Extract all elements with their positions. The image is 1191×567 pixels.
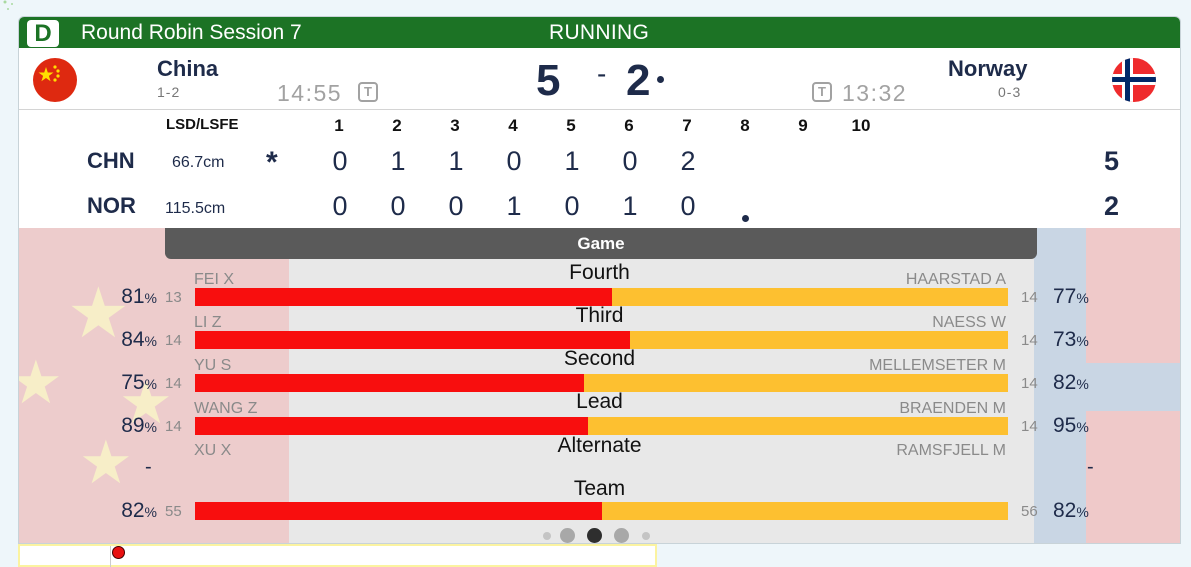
position-label: Team <box>573 477 626 500</box>
end-score-cell: 1 <box>448 146 464 176</box>
pager-dot[interactable] <box>560 528 575 543</box>
end-header: 7 <box>682 116 692 135</box>
away-team-name: Norway <box>948 56 1028 81</box>
home-team-code: CHN <box>87 148 135 173</box>
stat-row: 82% 82% 55 56 Team <box>19 477 1180 523</box>
away-lsd: 115.5cm <box>165 200 226 217</box>
china-flag-icon <box>33 58 77 102</box>
away-team-record: 0-3 <box>998 84 1022 100</box>
home-percentage: 82% <box>79 499 157 523</box>
away-team-code: NOR <box>87 193 136 218</box>
end-header: 6 <box>624 116 634 135</box>
player-stats-panel: ★ ★ ★ ★ Game FEI XHAARSTAD A81%77%1314Fo… <box>19 228 1180 543</box>
percent-symbol: % <box>1076 419 1089 435</box>
comparison-bar <box>195 502 1008 520</box>
away-total: 2 <box>1104 191 1120 221</box>
home-shot-count: 14 <box>165 418 182 435</box>
end-header: 4 <box>508 116 518 135</box>
red-stone-icon <box>112 546 125 559</box>
home-team-record: 1-2 <box>157 84 181 100</box>
linescore: LSD/LSFE 1 2 3 4 5 6 7 8 9 10 CHN 66.7cm * 5 NOR … <box>19 110 1180 228</box>
stat-row: XU X RAMSFJELL M - - Alternate <box>19 434 1180 480</box>
position-label: Lead <box>576 390 623 413</box>
home-clock: 14:55 <box>277 80 343 106</box>
end-header: 2 <box>392 116 402 135</box>
end-score-cell: 0 <box>332 146 348 176</box>
home-pct-value: 82 <box>121 499 145 522</box>
away-shot-count: 56 <box>1021 503 1038 520</box>
position-label: Fourth <box>569 261 630 284</box>
comparison-bar <box>195 417 1008 435</box>
end-header: 8 <box>740 116 750 135</box>
score-separator: - <box>597 58 607 89</box>
home-team-name: China <box>157 56 219 81</box>
home-bar-fill <box>195 417 589 435</box>
spark-icon <box>3 0 13 10</box>
home-score: 5 <box>536 56 561 105</box>
away-percentage: 82% <box>1053 499 1089 523</box>
lsd-header: LSD/LSFE <box>166 116 239 133</box>
end-header: 9 <box>798 116 808 135</box>
pager-dot[interactable] <box>642 532 650 540</box>
score-header: China 1-2 14:55 T 5 - 2 T 13:32 Norway 0… <box>19 48 1180 110</box>
current-end-dot-icon <box>742 215 749 222</box>
end-score-cell: 0 <box>390 191 406 221</box>
percent-symbol: % <box>144 504 157 520</box>
end-score-cell: 1 <box>622 191 638 221</box>
away-score: 2 <box>626 56 651 105</box>
stat-row: YU S MELLEMSETER M 75% 82% 14 14 Second <box>19 347 1180 395</box>
pager-dot[interactable] <box>543 532 551 540</box>
percent-symbol: % <box>144 419 157 435</box>
end-header: 3 <box>450 116 460 135</box>
lsfe-marker: * <box>266 146 278 179</box>
stat-row: LI Z NAESS W 84% 73% 14 14 Third <box>19 304 1180 352</box>
away-percentage: - <box>1087 456 1094 478</box>
away-clock: 13:32 <box>842 80 908 106</box>
end-score-cell: 1 <box>506 191 522 221</box>
stat-row: WANG Z BRAENDEN M 89% 95% 14 14 Lead <box>19 390 1180 438</box>
hammer-indicator-icon <box>657 76 664 83</box>
home-bar-fill <box>195 502 602 520</box>
end-header: 1 <box>334 116 344 135</box>
divider <box>110 546 111 567</box>
norway-flag-icon <box>1112 58 1156 102</box>
end-header: 5 <box>566 116 576 135</box>
stat-row: FEI X HAARSTAD A 81% 77% 13 14 Fourth <box>19 261 1180 309</box>
end-score-cell: 0 <box>622 146 638 176</box>
home-lsd: 66.7cm <box>172 154 225 171</box>
sheet-badge: D <box>27 20 59 47</box>
end-header: 10 <box>851 116 871 135</box>
position-label: Alternate <box>557 434 642 457</box>
home-total: 5 <box>1104 146 1120 176</box>
end-score-cell: 0 <box>448 191 464 221</box>
end-score-cell: 0 <box>564 191 580 221</box>
end-score-cell: 1 <box>564 146 580 176</box>
home-percentage: - <box>145 456 152 478</box>
game-state: RUNNING <box>549 21 650 44</box>
end-score-cell: 0 <box>506 146 522 176</box>
game-header-bar: D Round Robin Session 7 RUNNING <box>19 17 1180 48</box>
end-score-cell: 0 <box>332 191 348 221</box>
session-title: Round Robin Session 7 <box>81 21 302 44</box>
game-card: D Round Robin Session 7 RUNNING China 1-… <box>18 16 1181 544</box>
end-score-cell: 1 <box>390 146 406 176</box>
home-timeout-icon: T <box>358 82 378 102</box>
home-shot-count: 55 <box>165 503 182 520</box>
away-pct-value: 82 <box>1053 499 1077 522</box>
next-card <box>18 544 657 567</box>
end-score-cell: 0 <box>680 191 696 221</box>
end-score-cell: 2 <box>680 146 696 176</box>
tab-game[interactable]: Game <box>165 228 1037 259</box>
position-label: Third <box>575 304 624 327</box>
percent-symbol: % <box>1076 504 1089 520</box>
pager-dot[interactable] <box>614 528 629 543</box>
position-label: Second <box>563 347 636 370</box>
away-shot-count: 14 <box>1021 418 1038 435</box>
away-timeout-icon: T <box>812 82 832 102</box>
pager-dot-active[interactable] <box>587 528 602 543</box>
